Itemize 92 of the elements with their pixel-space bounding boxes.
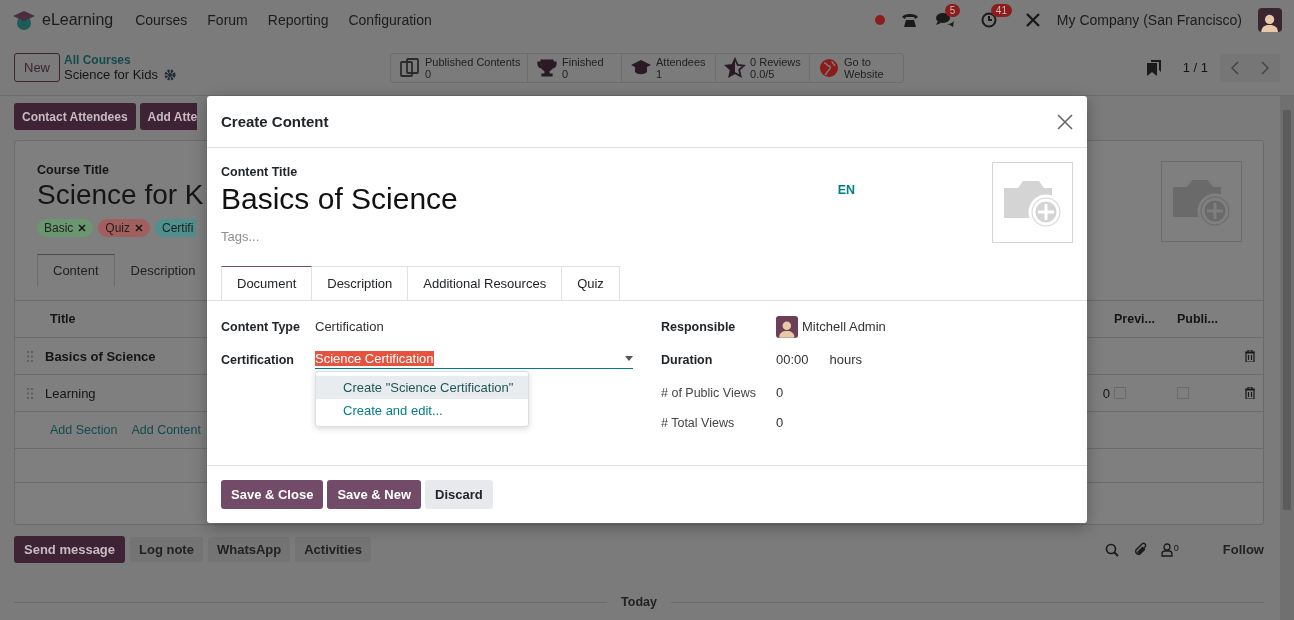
status-dot xyxy=(874,15,885,25)
dropdown-option[interactable]: Create "Science Certification" xyxy=(316,376,528,399)
trash-icon[interactable] xyxy=(1245,387,1255,399)
chevron-right-icon xyxy=(1261,60,1269,75)
drag-handle-icon[interactable] xyxy=(27,350,33,362)
chat-icon[interactable] xyxy=(934,12,955,28)
language-button[interactable]: EN xyxy=(837,183,855,244)
clock-icon[interactable] xyxy=(980,12,997,28)
dialog-button[interactable]: Save & Close xyxy=(221,480,324,509)
field-label: Content Title xyxy=(221,165,299,179)
tag[interactable]: Certifi xyxy=(155,219,197,237)
field-value: 0 xyxy=(776,385,784,400)
tab[interactable]: Description xyxy=(312,266,409,300)
remove-icon[interactable] xyxy=(78,224,87,232)
field-value: 0 xyxy=(776,415,784,430)
column-header[interactable]: Publi... xyxy=(1177,312,1240,326)
breadcrumb-current: Science for Kids xyxy=(64,67,158,82)
gear-icon[interactable] xyxy=(163,68,176,81)
tag[interactable]: Quiz xyxy=(98,219,151,237)
duration-unit: hours xyxy=(829,352,863,367)
tab[interactable]: Additional Resources xyxy=(408,266,563,300)
action-button[interactable]: Contact Attendees xyxy=(14,103,136,130)
stat-button[interactable]: Attendees 1 xyxy=(622,53,716,82)
trash-icon[interactable] xyxy=(1245,350,1255,362)
menu-item[interactable]: Reporting xyxy=(267,12,329,28)
chatter-button[interactable]: Log note xyxy=(130,537,203,562)
tab[interactable]: Content xyxy=(37,254,115,287)
date-separator: Today xyxy=(621,595,657,609)
field-label: Course Title xyxy=(37,163,110,177)
field-label: # of Public Views xyxy=(661,385,757,400)
course-title[interactable]: Science for K xyxy=(37,179,208,211)
trophy-icon xyxy=(536,56,558,79)
tag[interactable]: Basic xyxy=(37,219,94,237)
certification-field[interactable]: Science Certification xyxy=(315,350,633,369)
caret-icon xyxy=(625,356,633,361)
person-icon[interactable] xyxy=(1160,542,1173,557)
dialog-button[interactable]: Discard xyxy=(425,480,493,509)
title-field[interactable]: Basics of Science xyxy=(221,182,621,216)
activity-count-badge: 41 xyxy=(990,4,1012,17)
field-label: Content Type xyxy=(221,319,301,334)
star-icon xyxy=(724,56,746,79)
phone-icon[interactable] xyxy=(900,12,919,28)
bookmark-icon[interactable] xyxy=(1146,59,1161,76)
chatter-button[interactable]: Activities xyxy=(295,537,372,562)
table-cell: 0 xyxy=(1102,385,1110,401)
stat-button[interactable]: Go to Website xyxy=(810,53,903,82)
tags-field[interactable]: Tags... xyxy=(221,229,421,244)
breadcrumb-link[interactable]: All Courses xyxy=(64,53,374,67)
field-value: Certification xyxy=(315,319,384,334)
stat-button[interactable]: Finished 0 xyxy=(528,53,622,82)
follow-link[interactable]: Follow xyxy=(1222,542,1264,557)
duration-value[interactable]: 00:00 xyxy=(776,352,809,367)
followers-count: 0 xyxy=(1173,542,1179,553)
menu-item[interactable]: Configuration xyxy=(348,12,432,28)
column-header[interactable]: Previ... xyxy=(1114,312,1177,326)
field-label: Certification xyxy=(221,352,295,367)
close-button[interactable] xyxy=(1055,111,1075,132)
dropdown-option[interactable]: Create and edit... xyxy=(316,399,528,422)
field-label: Responsible xyxy=(661,319,737,334)
remove-icon[interactable] xyxy=(135,224,144,232)
scrollbar[interactable] xyxy=(1280,96,1294,620)
tab[interactable]: Document xyxy=(221,266,313,300)
documents-icon xyxy=(399,56,421,79)
search-icon[interactable] xyxy=(1104,542,1119,557)
row-title: Learning xyxy=(45,385,96,401)
menu-item[interactable]: Forum xyxy=(207,12,248,28)
company-name[interactable]: My Company (San Francisco) xyxy=(1056,12,1242,28)
drag-handle-icon[interactable] xyxy=(27,387,33,399)
menu-item[interactable]: Courses xyxy=(135,12,188,28)
dialog-button[interactable]: Save & New xyxy=(327,480,422,509)
chatter-button[interactable]: Send message xyxy=(14,536,126,563)
dialog-title: Create Content xyxy=(221,113,329,130)
paperclip-icon[interactable] xyxy=(1132,542,1147,557)
chatter-button[interactable]: WhatsApp xyxy=(207,537,291,562)
stat-button[interactable]: 0 Reviews 0.0/5 xyxy=(716,53,810,82)
row-title: Basics of Science xyxy=(45,348,156,364)
column-header[interactable]: Title xyxy=(50,312,76,326)
field-label: Duration xyxy=(661,352,714,367)
user-avatar[interactable] xyxy=(1258,8,1282,32)
graduation-cap-logo[interactable] xyxy=(13,9,35,31)
field-label: # Total Views xyxy=(661,415,736,430)
add-link[interactable]: Add Content xyxy=(131,423,201,437)
chevron-left-icon xyxy=(1231,60,1239,75)
tab[interactable]: Quiz xyxy=(562,266,620,300)
message-count-badge: 5 xyxy=(944,4,961,17)
new-button[interactable]: New xyxy=(14,53,60,82)
user-name[interactable]: Mitchell Admin xyxy=(802,319,886,334)
stat-button[interactable]: Published Contents 0 xyxy=(391,53,528,82)
app-name[interactable]: eLearning xyxy=(42,11,114,29)
pager-value: 1 / 1 xyxy=(1182,60,1208,75)
add-link[interactable]: Add Section xyxy=(50,423,118,437)
action-button[interactable]: Add Atte xyxy=(139,103,198,130)
